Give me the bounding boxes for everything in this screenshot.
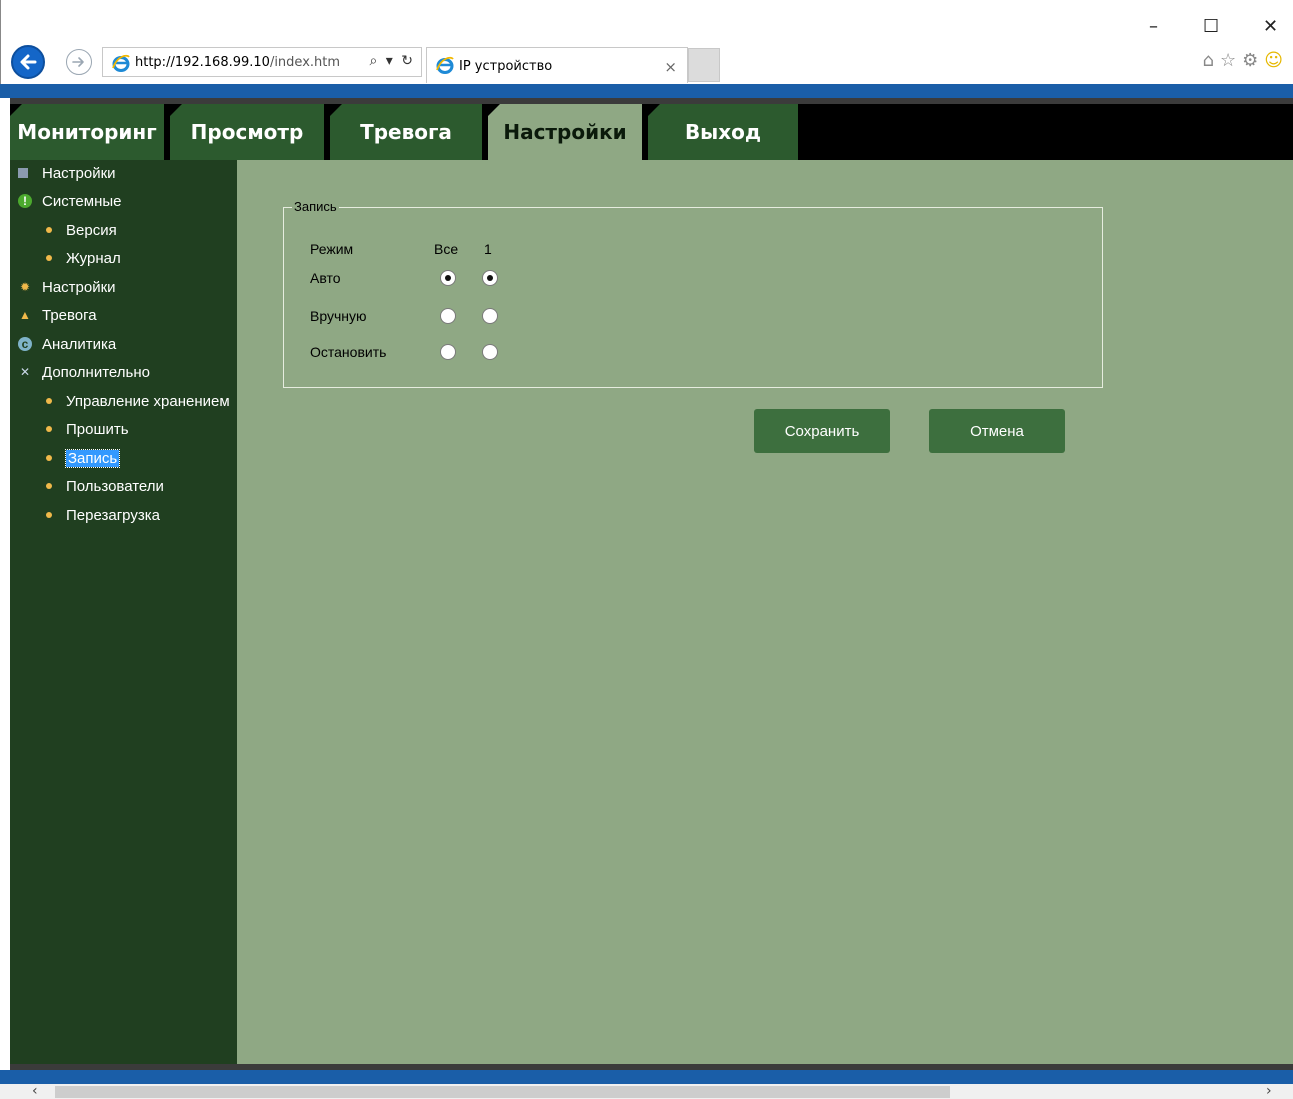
gear-icon: ✹ [19,280,31,294]
sidebar-item-storage[interactable]: Управление хранением [10,388,230,414]
app-window: Мониторинг Просмотр Тревога Настройки Вы… [10,104,1293,1064]
bullet-icon [46,227,52,233]
radio-manual-ch1[interactable] [482,308,498,324]
sidebar-item-alarm[interactable]: ▲ Тревога [10,302,97,328]
row-label-manual: Вручную [310,308,367,324]
sidebar-item-system[interactable]: ! Системные [10,188,121,214]
tab-monitoring[interactable]: Мониторинг [10,104,170,160]
home-icon[interactable]: ⌂ [1203,50,1220,71]
feedback-smiley-icon[interactable]: ☺ [1264,50,1289,71]
tab-alarm[interactable]: Тревога [330,104,488,160]
tab-logout[interactable]: Выход [648,104,798,160]
record-fieldset: Запись Режим Все 1 Авто Вручную Останови… [283,199,1103,388]
tab-close-icon[interactable]: × [664,58,677,76]
channel-header: 1 [484,241,492,257]
radio-stop-ch1[interactable] [482,344,498,360]
settings-gear-icon[interactable]: ⚙ [1242,50,1264,71]
minimize-icon[interactable]: – [1149,16,1158,37]
sidebar-item-settings[interactable]: ✹ Настройки [10,274,116,300]
browser-chrome: http://192.168.99.10/index.htm ⌕ ▾ ↻ IP … [0,0,1293,84]
tools-icon: ✕ [19,365,31,379]
tab-playback[interactable]: Просмотр [170,104,330,160]
arrow-left-icon [20,54,37,70]
settings-tree-icon [18,168,28,178]
browser-tab[interactable]: IP устройство × [426,47,688,83]
bullet-icon [46,483,52,489]
tab-title: IP устройство [459,59,553,74]
search-refresh-controls[interactable]: ⌕ ▾ ↻ [370,53,416,69]
ie-logo-icon [112,54,130,72]
scroll-left-icon[interactable]: ‹ [32,1083,38,1099]
sidebar-item-settings-root[interactable]: Настройки [10,160,116,186]
toolbar-icons: ⌂☆⚙☺ [1203,50,1289,71]
scroll-right-icon[interactable]: › [1266,1083,1272,1099]
radio-stop-all[interactable] [440,344,456,360]
alarm-bell-icon: ▲ [19,308,31,322]
row-label-stop: Остановить [310,344,387,360]
tab-settings[interactable]: Настройки [488,104,648,160]
bullet-icon [46,426,52,432]
sidebar-item-advanced[interactable]: ✕ Дополнительно [10,359,150,385]
fieldset-legend: Запись [292,199,339,214]
bullet-icon [46,512,52,518]
back-button[interactable] [11,45,45,79]
all-header: Все [434,241,459,257]
sidebar-item-log[interactable]: Журнал [10,245,121,271]
sidebar-item-record[interactable]: Запись [10,445,121,471]
scrollbar-thumb[interactable] [55,1086,950,1098]
forward-button[interactable] [66,49,92,75]
arrow-right-icon [72,57,84,67]
address-bar[interactable]: http://192.168.99.10/index.htm ⌕ ▾ ↻ [102,47,422,77]
maximize-icon[interactable]: ☐ [1203,16,1219,37]
bullet-icon [46,255,52,261]
bullet-icon [46,398,52,404]
main-nav: Мониторинг Просмотр Тревога Настройки Вы… [10,104,1293,160]
frame-bottom-bar [0,1070,1293,1084]
bullet-icon [46,455,52,461]
sidebar-item-analytics[interactable]: c Аналитика [10,331,116,357]
favorites-star-icon[interactable]: ☆ [1220,50,1242,71]
sidebar-item-firmware[interactable]: Прошить [10,416,129,442]
sidebar-item-version[interactable]: Версия [10,217,117,243]
sidebar: Настройки ! Системные Версия Журнал ✹ На… [10,160,237,1064]
horizontal-scrollbar[interactable]: ‹ › [0,1083,1293,1099]
radio-manual-all[interactable] [440,308,456,324]
radio-auto-ch1[interactable] [482,270,498,286]
mode-header: Режим [310,241,354,257]
url-text: http://192.168.99.10/index.htm [135,55,341,70]
new-tab-button[interactable] [688,48,720,82]
sidebar-item-users[interactable]: Пользователи [10,473,164,499]
analytics-icon: c [18,337,32,351]
radio-auto-all[interactable] [440,270,456,286]
save-button[interactable]: Сохранить [754,409,890,453]
sidebar-item-reboot[interactable]: Перезагрузка [10,502,160,528]
close-window-icon[interactable]: ✕ [1263,16,1278,37]
frame-top-bar [0,84,1293,98]
ie-logo-icon [436,56,454,74]
row-label-auto: Авто [310,270,341,286]
info-icon: ! [18,194,32,208]
cancel-button[interactable]: Отмена [929,409,1065,453]
